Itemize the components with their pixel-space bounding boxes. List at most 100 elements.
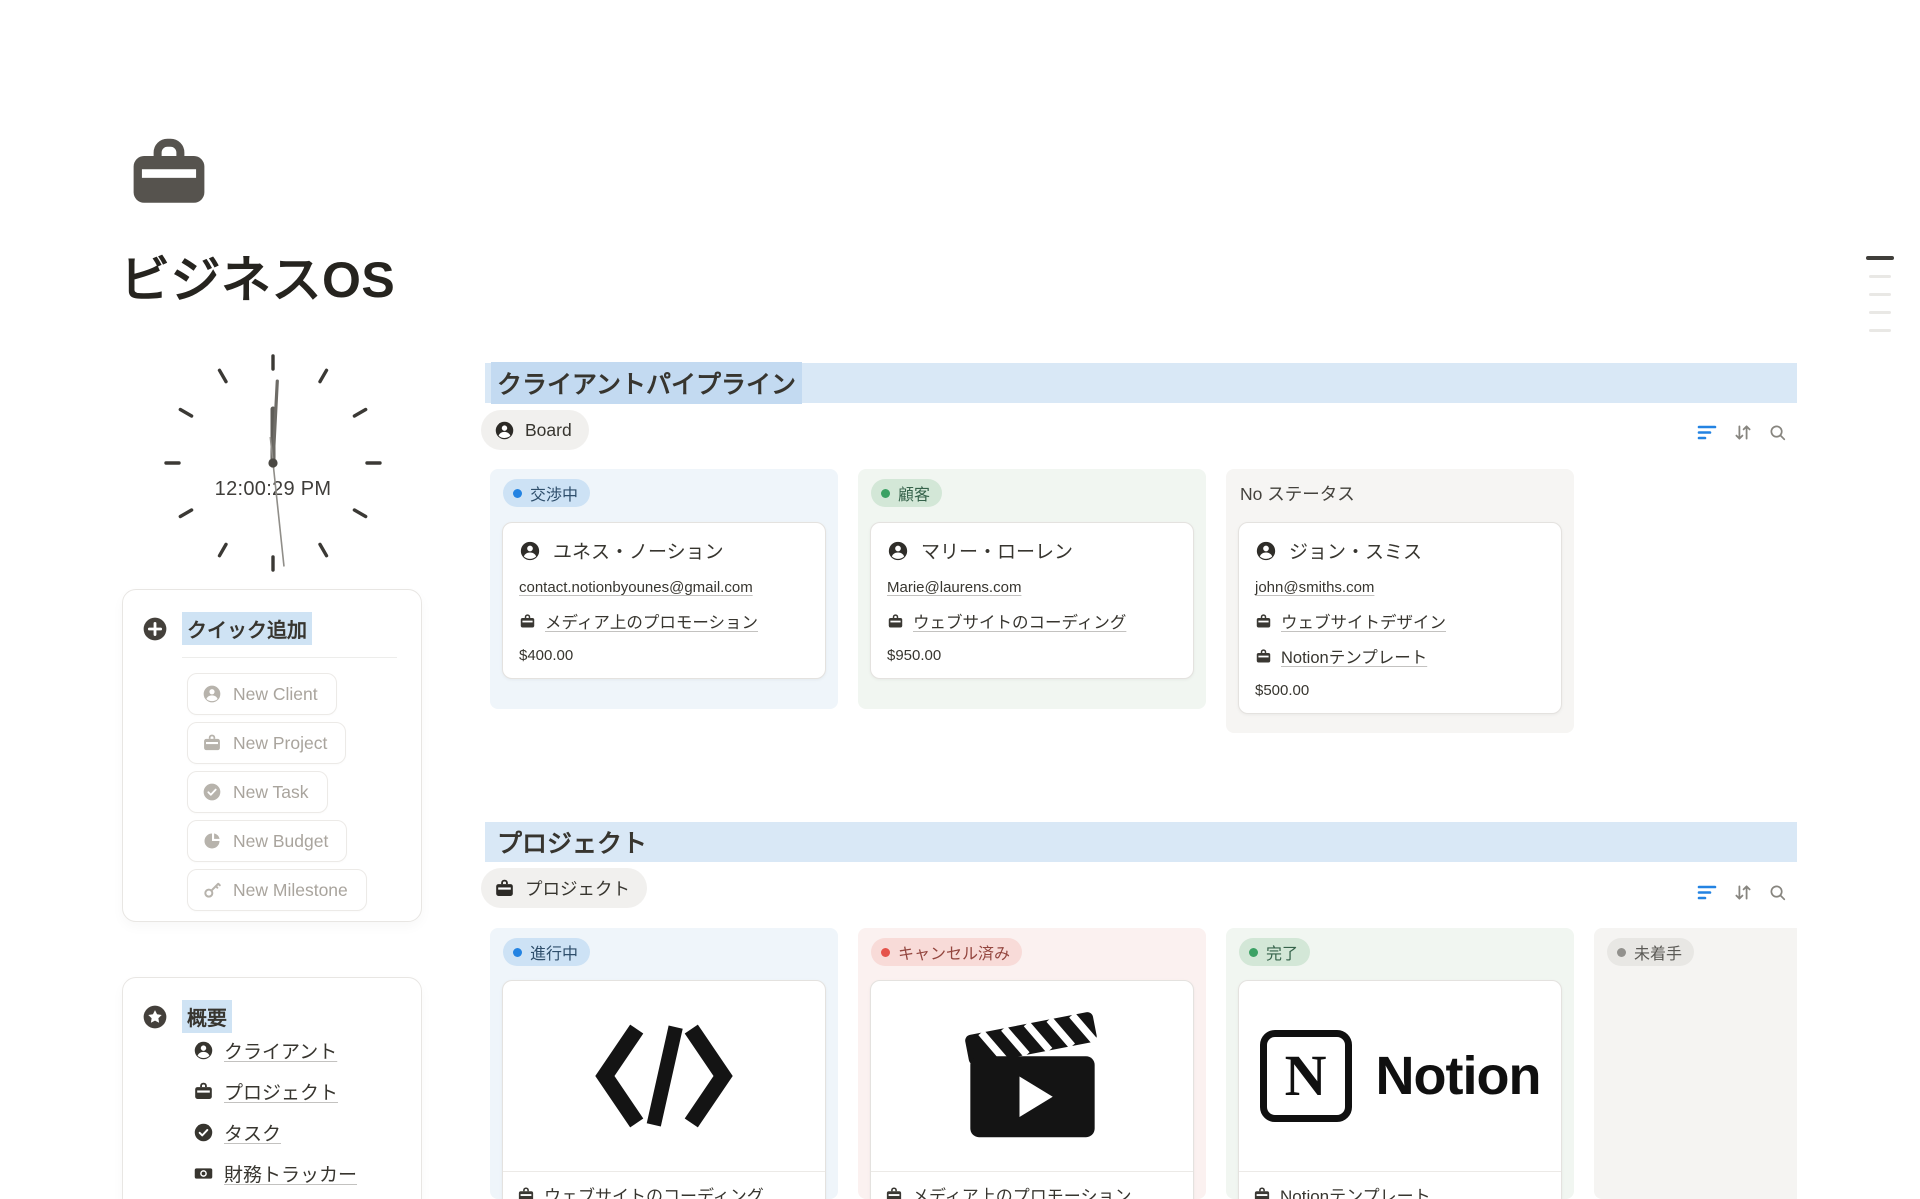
section-heading-projects: プロジェクト [485,822,1797,862]
notion-logo: NNotion [1260,1030,1541,1122]
briefcase-icon [517,1186,535,1199]
quick-add-header: クイック追加 [142,612,312,645]
search-icon[interactable] [1769,884,1786,901]
status-pill[interactable]: 交渉中 [503,479,590,507]
client-name: ユネス・ノーション [553,537,724,564]
overview-title: 概要 [182,1000,232,1033]
project-link[interactable]: Notionテンプレート [1281,644,1427,668]
new-milestone-button[interactable]: New Milestone [187,869,367,911]
briefcase-icon [1255,613,1272,630]
status-pill[interactable]: 未着手 [1607,938,1694,966]
client-email[interactable]: contact.notionbyounes@gmail.com [519,579,809,596]
view-tab-label: プロジェクト [525,876,630,901]
new-project-button[interactable]: New Project [187,722,346,764]
client-email[interactable]: Marie@laurens.com [887,579,1177,596]
section-title: プロジェクト [491,821,653,863]
client-name: マリー・ローレン [921,537,1073,564]
briefcase-icon [887,613,904,630]
toc-line [1869,293,1891,296]
overview-link[interactable]: 財務トラッカー [193,1158,357,1188]
status-dot-icon [1617,948,1626,957]
toc-line [1866,256,1894,260]
divider [182,657,397,658]
briefcase-icon [1255,648,1272,665]
amount: $950.00 [887,647,1177,664]
project-link[interactable]: ウェブサイトのコーディング [913,609,1126,633]
project-link[interactable]: ウェブサイトのコーディング [544,1182,764,1199]
status-dot-icon [513,948,522,957]
key-icon [202,880,222,900]
clients-board: 交渉中ユネス・ノーション contact.notionbyounes@gmail.… [490,469,1797,733]
toc-indicator[interactable] [1866,256,1894,332]
plus-icon [142,616,168,642]
new-task-button[interactable]: New Task [187,771,328,813]
project-link[interactable]: ウェブサイトデザイン [1281,609,1446,633]
sort-icon[interactable] [1733,424,1753,441]
card-cover [503,981,825,1171]
status-dot-icon [881,948,890,957]
board-column: キャンセル済みメディア上のプロモーション [858,928,1206,1199]
project-card[interactable]: メディア上のプロモーション [870,980,1194,1199]
status-dot-icon [513,489,522,498]
overview-card: 概要 クライアントプロジェクトタスク財務トラッカー [122,977,422,1199]
amount: $500.00 [1255,682,1545,699]
star-icon [142,1004,168,1030]
status-pill[interactable]: 顧客 [871,479,942,507]
toc-line [1869,311,1891,314]
clapper-cover-icon [960,1010,1105,1143]
quick-add-card: クイック追加 New ClientNew ProjectNew TaskNew … [122,589,422,922]
project-link[interactable]: メディア上のプロモーション [545,609,758,633]
status-header[interactable]: No ステータス [1240,481,1355,506]
project-link[interactable]: メディア上のプロモーション [912,1182,1131,1199]
check-icon [202,782,222,802]
new-budget-button[interactable]: New Budget [187,820,347,862]
project-card[interactable]: ウェブサイトのコーディング [502,980,826,1199]
overview-header: 概要 [142,1000,232,1033]
client-email[interactable]: john@smiths.com [1255,579,1545,596]
board-column: 進行中ウェブサイトのコーディング [490,928,838,1199]
board-toolbar [1697,884,1786,901]
board-column: No ステータスジョン・スミス john@smiths.com ウェブサイトデザイン… [1226,469,1574,733]
overview-link[interactable]: タスク [193,1117,357,1147]
pie-icon [202,831,222,851]
project-card[interactable]: NNotion Notionテンプレート [1238,980,1562,1199]
board-column: 顧客マリー・ローレン Marie@laurens.com ウェブサイトのコーディング… [858,469,1206,709]
briefcase-logo-icon [129,136,209,208]
view-tab-label: Board [525,420,572,441]
briefcase-icon [519,613,536,630]
filter-icon[interactable] [1697,884,1717,901]
card-cover [871,981,1193,1171]
notion-logo-icon: N [1260,1030,1352,1122]
project-link[interactable]: Notionテンプレート [1280,1182,1431,1199]
client-name: ジョン・スミス [1289,537,1422,564]
client-card[interactable]: ユネス・ノーション contact.notionbyounes@gmail.com… [502,522,826,679]
board-toolbar [1697,424,1786,441]
new-client-button[interactable]: New Client [187,673,337,715]
client-card[interactable]: ジョン・スミス john@smiths.com ウェブサイトデザイン Notionテン… [1238,522,1562,714]
status-pill[interactable]: 進行中 [503,938,590,966]
briefcase-icon [193,1081,214,1102]
view-tab-board[interactable]: Board [481,410,589,450]
toc-line [1869,329,1891,332]
board-column: 交渉中ユネス・ノーション contact.notionbyounes@gmail.… [490,469,838,709]
status-dot-icon [1249,948,1258,957]
view-tab-projects[interactable]: プロジェクト [481,868,647,908]
section-heading-clients: クライアントパイプライン [485,363,1797,403]
person-icon [202,684,222,704]
person-icon [519,540,541,562]
sort-icon[interactable] [1733,884,1753,901]
status-pill[interactable]: キャンセル済み [871,938,1022,966]
card-cover: NNotion [1239,981,1561,1171]
overview-links: クライアントプロジェクトタスク財務トラッカー [193,1035,357,1188]
client-card[interactable]: マリー・ローレン Marie@laurens.com ウェブサイトのコーディング $9… [870,522,1194,679]
filter-icon[interactable] [1697,424,1717,441]
search-icon[interactable] [1769,424,1786,441]
page: ビジネスOS 12:00:29 PM [0,0,1920,1199]
status-pill[interactable]: 完了 [1239,938,1310,966]
amount: $400.00 [519,647,809,664]
overview-link[interactable]: クライアント [193,1035,357,1065]
overview-link[interactable]: プロジェクト [193,1076,357,1106]
quick-add-buttons: New Client New Project New Task New Budget N… [187,673,367,911]
person-icon [494,420,515,441]
projects-board: 進行中ウェブサイトのコーディングキャンセル済みメディア上のプロモーション完了NN… [490,928,1797,1199]
